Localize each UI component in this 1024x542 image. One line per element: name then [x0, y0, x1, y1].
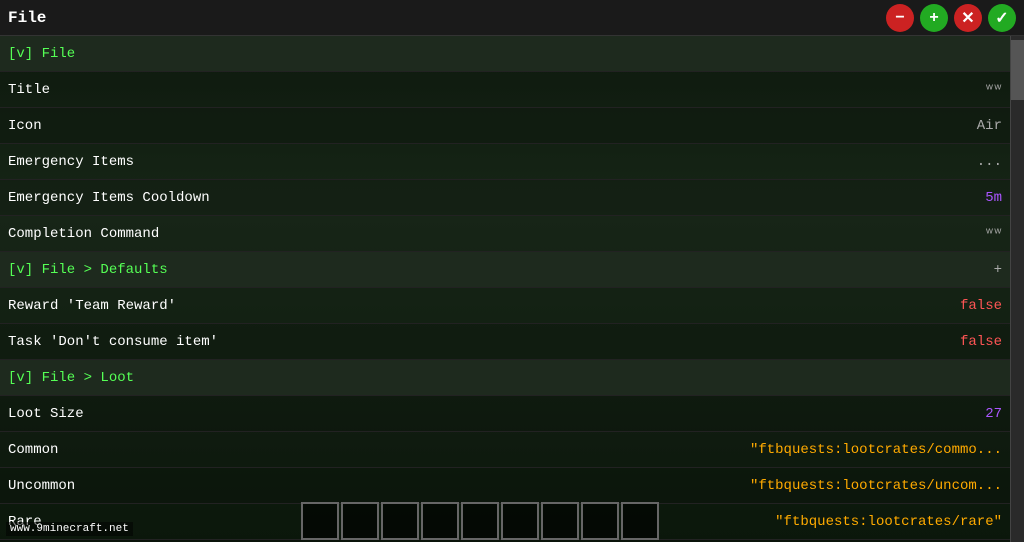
inv-slot-3[interactable]	[381, 502, 419, 540]
row-value-loot-size-row: 27	[985, 406, 1002, 422]
scrollbar[interactable]	[1010, 36, 1024, 542]
title-bar: File − + ✕ ✓	[0, 0, 1024, 36]
row-value-icon-row: Air	[977, 118, 1002, 134]
minimize-button[interactable]: −	[886, 4, 914, 32]
row-title-row[interactable]: Title ʷʷ	[0, 72, 1010, 108]
property-list: [v] File Title ʷʷ Icon Air Emergency Items...…	[0, 36, 1010, 542]
row-file-defaults-section[interactable]: [v] File > Defaults +	[0, 252, 1010, 288]
row-common-row[interactable]: Common "ftbquests:lootcrates/commo...	[0, 432, 1010, 468]
inventory-bar	[300, 500, 964, 542]
row-file-section[interactable]: [v] File	[0, 36, 1010, 72]
close-button[interactable]: ✕	[954, 4, 982, 32]
row-loot-size-row[interactable]: Loot Size 27	[0, 396, 1010, 432]
row-reward-team-reward-row[interactable]: Reward 'Team Reward' false	[0, 288, 1010, 324]
row-icon-row[interactable]: Icon Air	[0, 108, 1010, 144]
row-task-consume-row[interactable]: Task 'Don't consume item' false	[0, 324, 1010, 360]
row-file-loot-section[interactable]: [v] File > Loot	[0, 360, 1010, 396]
watermark-text: www.9minecraft.net	[6, 522, 133, 536]
add-button[interactable]: +	[920, 4, 948, 32]
inv-slot-4[interactable]	[421, 502, 459, 540]
window-title: File	[8, 9, 46, 27]
row-value-file-defaults-section: +	[994, 262, 1002, 278]
row-label-file-defaults-section: [v] File > Defaults	[8, 262, 168, 278]
inv-slot-1[interactable]	[301, 502, 339, 540]
row-label-task-consume-row: Task 'Don't consume item'	[8, 334, 218, 350]
inv-slot-7[interactable]	[541, 502, 579, 540]
scrollbar-thumb[interactable]	[1011, 40, 1024, 100]
inv-slot-2[interactable]	[341, 502, 379, 540]
inv-slot-9[interactable]	[621, 502, 659, 540]
row-label-title-row: Title	[8, 82, 50, 98]
row-completion-command-row[interactable]: Completion Command ʷʷ	[0, 216, 1010, 252]
main-area: [v] File Title ʷʷ Icon Air Emergency Items...…	[0, 36, 1024, 542]
row-value-completion-command-row: ʷʷ	[985, 226, 1002, 242]
row-label-loot-size-row: Loot Size	[8, 406, 84, 422]
row-label-file-section: [v] File	[8, 46, 75, 62]
row-value-task-consume-row: false	[960, 334, 1002, 350]
row-value-uncommon-row: "ftbquests:lootcrates/uncom...	[750, 478, 1002, 494]
row-value-common-row: "ftbquests:lootcrates/commo...	[750, 442, 1002, 458]
row-uncommon-row[interactable]: Uncommon "ftbquests:lootcrates/uncom...	[0, 468, 1010, 504]
inv-slot-5[interactable]	[461, 502, 499, 540]
inv-slot-8[interactable]	[581, 502, 619, 540]
row-label-icon-row: Icon	[8, 118, 42, 134]
row-label-common-row: Common	[8, 442, 58, 458]
row-label-uncommon-row: Uncommon	[8, 478, 75, 494]
row-label-emergency-cooldown-row: Emergency Items Cooldown	[8, 190, 210, 206]
row-label-reward-team-reward-row: Reward 'Team Reward'	[8, 298, 176, 314]
row-emergency-cooldown-row[interactable]: Emergency Items Cooldown 5m	[0, 180, 1010, 216]
inv-slot-6[interactable]	[501, 502, 539, 540]
confirm-button[interactable]: ✓	[988, 4, 1016, 32]
row-value-reward-team-reward-row: false	[960, 298, 1002, 314]
window-controls: − + ✕ ✓	[886, 4, 1016, 32]
row-label-file-loot-section: [v] File > Loot	[8, 370, 134, 386]
row-value-emergency-items-row: ...	[977, 154, 1002, 170]
row-emergency-items-row[interactable]: Emergency Items...	[0, 144, 1010, 180]
row-label-emergency-items-row: Emergency Items	[8, 154, 134, 170]
row-label-completion-command-row: Completion Command	[8, 226, 159, 242]
row-value-title-row: ʷʷ	[985, 82, 1002, 98]
row-value-emergency-cooldown-row: 5m	[985, 190, 1002, 206]
